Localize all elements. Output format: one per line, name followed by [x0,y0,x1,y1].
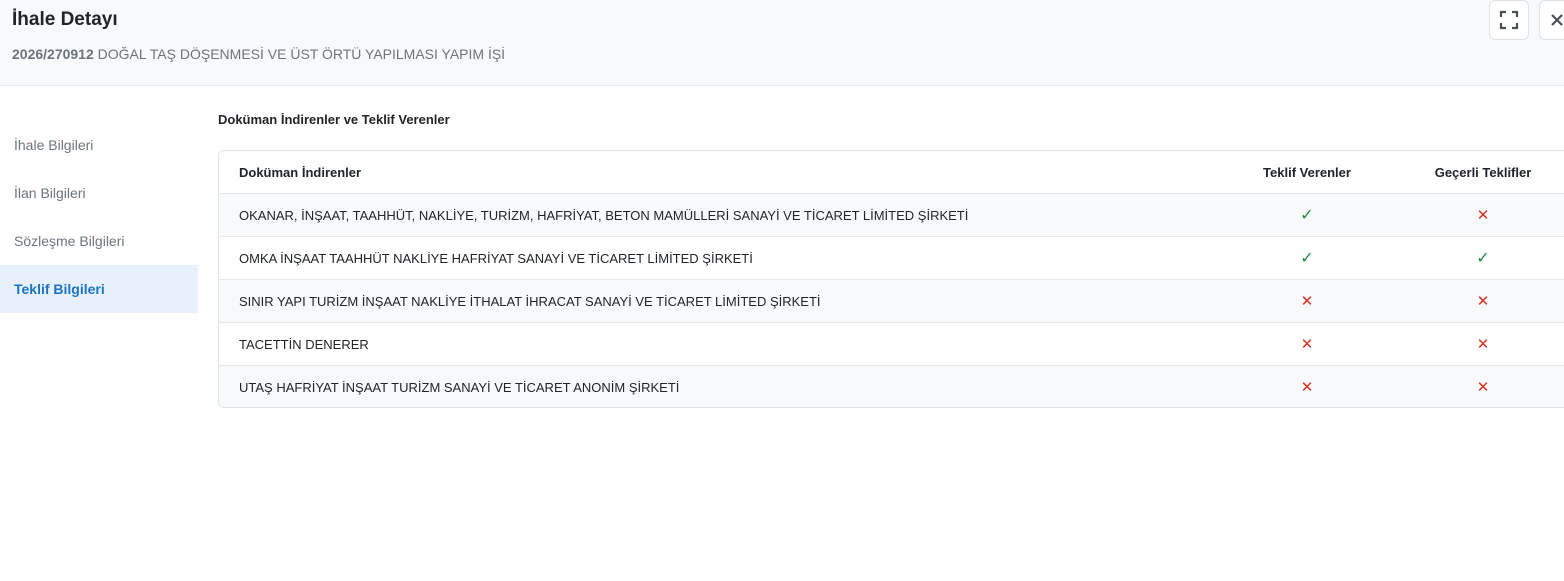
table-row: UTAŞ HAFRİYAT İNŞAAT TURİZM SANAYİ VE Tİ… [219,365,1564,407]
teklif-veren-mark: ✕ [1300,293,1314,310]
gecerli-teklif-mark: ✕ [1476,379,1490,396]
section-title: Doküman İndirenler ve Teklif Verenler [218,112,450,127]
gecerli-teklif-mark: ✕ [1476,293,1490,310]
close-icon [1551,14,1563,26]
table-header-row: Doküman İndirenler Teklif Verenler Geçer… [219,151,1564,193]
column-header-teklif-verenler: Teklif Verenler [1263,164,1351,180]
fullscreen-button[interactable] [1489,0,1529,40]
sidebar-nav: İhale Bilgileri İlan Bilgileri Sözleşme … [0,121,198,313]
bidders-table: Doküman İndirenler Teklif Verenler Geçer… [218,150,1564,408]
sidebar-item-ilan-bilgileri[interactable]: İlan Bilgileri [0,169,198,217]
column-header-gecerli-teklifler: Geçerli Teklifler [1434,164,1532,180]
table-row: OKANAR, İNŞAAT, TAAHHÜT, NAKLİYE, TURİZM… [219,193,1564,236]
table-row: OMKA İNŞAAT TAAHHÜT NAKLİYE HAFRİYAT SAN… [219,236,1564,279]
tender-subject: DOĞAL TAŞ DÖŞENMESİ VE ÜST ÖRTÜ YAPILMAS… [97,46,506,62]
company-name: OMKA İNŞAAT TAAHHÜT NAKLİYE HAFRİYAT SAN… [239,250,753,266]
teklif-veren-mark: ✕ [1300,379,1314,396]
gecerli-teklif-mark: ✓ [1476,250,1490,267]
gecerli-teklif-mark: ✕ [1476,336,1490,353]
dialog-title: İhale Detayı [12,9,118,30]
table-row: TACETTİN DENERER ✕ ✕ [219,322,1564,365]
tender-reference: 2026/270912 [12,46,94,62]
close-button[interactable] [1539,0,1564,40]
company-name: SINIR YAPI TURİZM İNŞAAT NAKLİYE İTHALAT… [239,293,821,309]
dialog-header: İhale Detayı 2026/270912 DOĞAL TAŞ DÖŞEN… [0,0,1564,86]
sidebar-item-teklif-bilgileri[interactable]: Teklif Bilgileri [0,265,198,313]
teklif-veren-mark: ✕ [1300,336,1314,353]
gecerli-teklif-mark: ✕ [1476,207,1490,224]
company-name: TACETTİN DENERER [239,336,369,352]
teklif-veren-mark: ✓ [1300,250,1314,267]
fullscreen-icon [1499,10,1519,30]
company-name: OKANAR, İNŞAAT, TAAHHÜT, NAKLİYE, TURİZM… [239,207,969,223]
table-row: SINIR YAPI TURİZM İNŞAAT NAKLİYE İTHALAT… [219,279,1564,322]
teklif-veren-mark: ✓ [1300,207,1314,224]
company-name: UTAŞ HAFRİYAT İNŞAAT TURİZM SANAYİ VE Tİ… [239,379,680,395]
column-header-name: Doküman İndirenler [239,164,362,180]
tender-subtitle: 2026/270912 DOĞAL TAŞ DÖŞENMESİ VE ÜST Ö… [12,46,505,62]
sidebar-item-ihale-bilgileri[interactable]: İhale Bilgileri [0,121,198,169]
sidebar-item-sozlesme-bilgileri[interactable]: Sözleşme Bilgileri [0,217,198,265]
